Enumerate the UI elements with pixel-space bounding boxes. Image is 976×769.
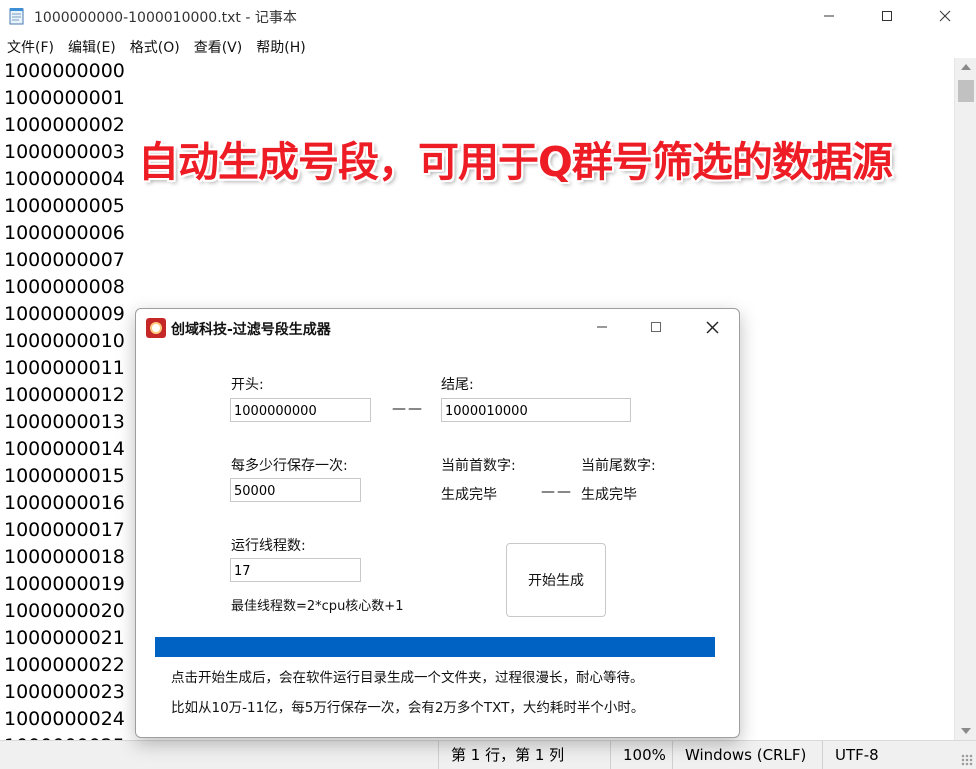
text-line: 1000000013 bbox=[4, 411, 125, 433]
menu-file[interactable]: 文件(F) bbox=[0, 34, 61, 58]
start-generate-button[interactable]: 开始生成 bbox=[506, 543, 606, 617]
line-ending: Windows (CRLF) bbox=[672, 741, 822, 769]
scroll-up-arrow-icon[interactable] bbox=[961, 64, 971, 70]
dialog-app-icon bbox=[146, 318, 166, 338]
resize-grip-icon[interactable] bbox=[961, 754, 973, 766]
zoom-level: 100% bbox=[610, 741, 672, 769]
progress-bar bbox=[155, 637, 715, 657]
text-line: 1000000007 bbox=[4, 249, 125, 271]
save-every-input[interactable] bbox=[230, 478, 361, 502]
cursor-position: 第 1 行，第 1 列 bbox=[438, 741, 610, 769]
current-range-dash: —— bbox=[541, 484, 573, 500]
text-line: 1000000003 bbox=[4, 141, 125, 163]
current-first-label: 当前首数字: bbox=[441, 458, 516, 474]
scroll-down-arrow-icon[interactable] bbox=[961, 728, 971, 734]
end-number-input[interactable] bbox=[441, 398, 631, 422]
instruction-note-1: 点击开始生成后，会在软件运行目录生成一个文件夹，过程很漫长，耐心等待。 bbox=[171, 670, 644, 686]
threads-hint: 最佳线程数=2*cpu核心数+1 bbox=[231, 599, 404, 614]
text-line: 1000000008 bbox=[4, 276, 125, 298]
text-line: 1000000009 bbox=[4, 303, 125, 325]
text-line: 1000000000 bbox=[4, 60, 125, 82]
window-title: 1000000000-1000010000.txt - 记事本 bbox=[34, 10, 297, 26]
text-line: 1000000011 bbox=[4, 357, 125, 379]
minimize-button[interactable] bbox=[806, 0, 852, 32]
start-label: 开头: bbox=[231, 377, 264, 393]
dialog-close-button[interactable] bbox=[692, 313, 732, 341]
text-line: 1000000025 bbox=[4, 733, 125, 740]
text-line: 1000000004 bbox=[4, 168, 125, 190]
start-number-input[interactable] bbox=[230, 398, 371, 422]
text-line: 1000000018 bbox=[4, 546, 125, 568]
menu-view[interactable]: 查看(V) bbox=[187, 34, 250, 58]
text-line: 1000000005 bbox=[4, 195, 125, 217]
promo-banner: 自动生成号段，可用于Q群号筛选的数据源 bbox=[138, 138, 893, 186]
dialog-title: 创域科技-过滤号段生成器 bbox=[171, 322, 331, 338]
text-line: 1000000017 bbox=[4, 519, 125, 541]
threads-label: 运行线程数: bbox=[231, 538, 306, 554]
text-line: 1000000020 bbox=[4, 600, 125, 622]
encoding: UTF-8 bbox=[822, 741, 952, 769]
text-line: 1000000015 bbox=[4, 465, 125, 487]
close-icon bbox=[939, 10, 951, 22]
dialog-titlebar: 创域科技-过滤号段生成器 bbox=[136, 309, 739, 345]
range-dash: —— bbox=[392, 401, 424, 417]
menu-format[interactable]: 格式(O) bbox=[123, 34, 187, 58]
vertical-scrollbar[interactable] bbox=[954, 58, 976, 740]
text-line: 1000000006 bbox=[4, 222, 125, 244]
text-line: 1000000024 bbox=[4, 708, 125, 730]
instruction-note-2: 比如从10万-11亿，每5万行保存一次，会有2万多个TXT，大约耗时半个小时。 bbox=[171, 700, 645, 716]
text-line: 1000000021 bbox=[4, 627, 125, 649]
text-line: 1000000001 bbox=[4, 87, 125, 109]
current-first-value: 生成完毕 bbox=[441, 487, 497, 503]
text-line: 1000000022 bbox=[4, 654, 125, 676]
dialog-minimize-button[interactable] bbox=[582, 313, 622, 341]
minimize-icon bbox=[597, 326, 607, 328]
current-last-label: 当前尾数字: bbox=[581, 458, 656, 474]
close-button[interactable] bbox=[922, 0, 968, 32]
text-line: 1000000014 bbox=[4, 438, 125, 460]
status-bar: 第 1 行，第 1 列 100% Windows (CRLF) UTF-8 bbox=[0, 740, 976, 769]
maximize-icon bbox=[651, 322, 661, 332]
menu-edit[interactable]: 编辑(E) bbox=[61, 34, 123, 58]
notepad-app-icon bbox=[9, 8, 24, 25]
generator-dialog: 创域科技-过滤号段生成器 开头: —— 结尾: 每多少行保存一次: 当前首数字:… bbox=[135, 308, 740, 738]
text-line: 1000000002 bbox=[4, 114, 125, 136]
dialog-maximize-button[interactable] bbox=[636, 313, 676, 341]
minimize-icon bbox=[824, 15, 834, 17]
maximize-button[interactable] bbox=[864, 0, 910, 32]
current-last-value: 生成完毕 bbox=[581, 487, 637, 503]
scrollbar-thumb[interactable] bbox=[958, 80, 974, 102]
text-line: 1000000012 bbox=[4, 384, 125, 406]
maximize-icon bbox=[882, 11, 892, 21]
menu-help[interactable]: 帮助(H) bbox=[249, 34, 312, 58]
threads-input[interactable] bbox=[230, 558, 361, 582]
notepad-titlebar: 1000000000-1000010000.txt - 记事本 bbox=[0, 0, 976, 32]
close-icon bbox=[706, 321, 718, 333]
text-line: 1000000023 bbox=[4, 681, 125, 703]
menu-bar: 文件(F) 编辑(E) 格式(O) 查看(V) 帮助(H) bbox=[0, 34, 976, 58]
end-label: 结尾: bbox=[441, 377, 474, 393]
text-line: 1000000019 bbox=[4, 573, 125, 595]
text-line: 1000000016 bbox=[4, 492, 125, 514]
save-every-label: 每多少行保存一次: bbox=[231, 458, 348, 474]
progress-bar-fill bbox=[155, 637, 715, 657]
text-line: 1000000010 bbox=[4, 330, 125, 352]
